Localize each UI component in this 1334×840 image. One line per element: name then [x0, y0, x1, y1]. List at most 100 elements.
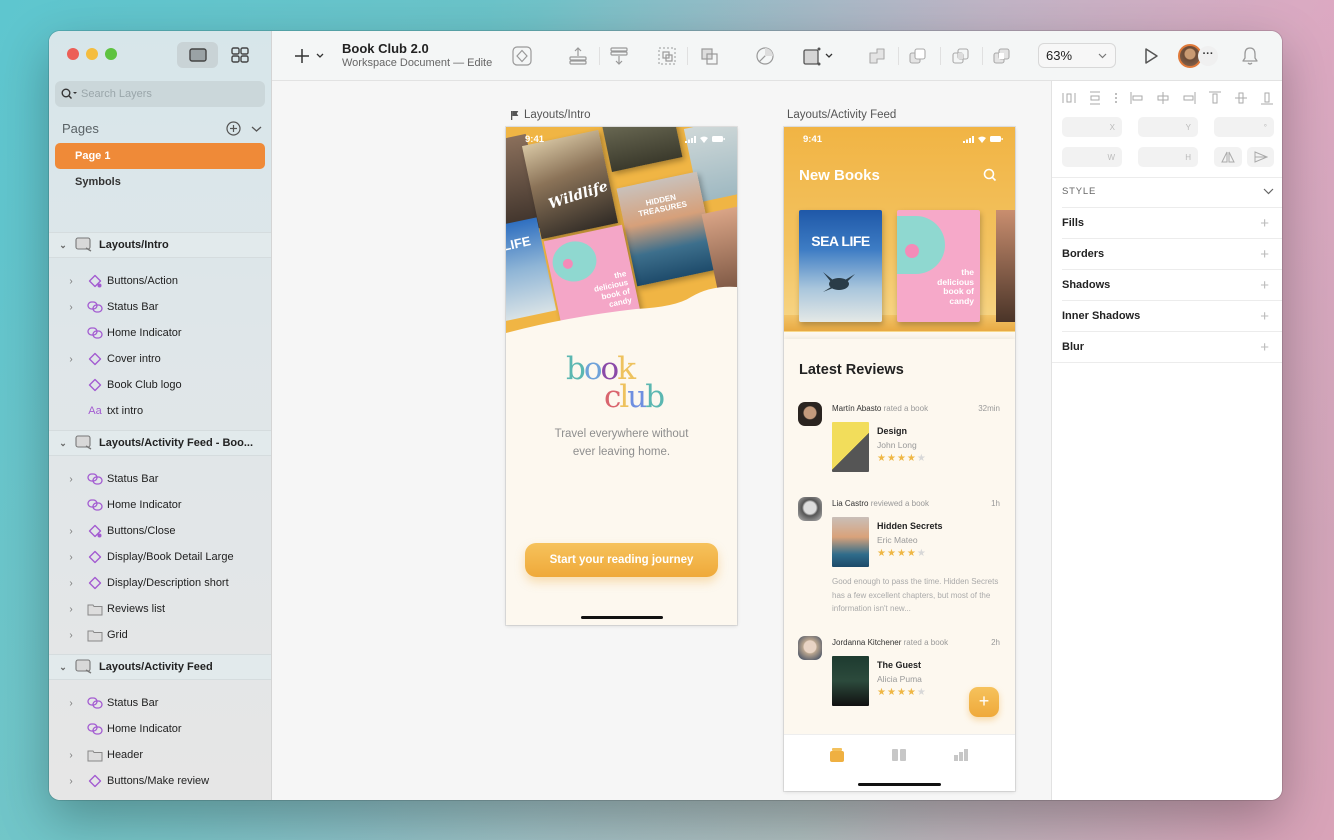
notifications-button[interactable] [1241, 46, 1259, 66]
close-window-button[interactable] [67, 48, 79, 60]
group-button[interactable] [657, 46, 677, 66]
chevron-right-icon[interactable]: › [59, 750, 83, 761]
layer-item[interactable]: › Status Bar [49, 466, 271, 492]
align-bottom-icon[interactable] [1260, 91, 1274, 105]
more-align-icon[interactable] [1114, 91, 1118, 105]
add-icon[interactable]: + [1260, 339, 1269, 356]
y-field[interactable]: Y [1138, 117, 1198, 137]
layer-item[interactable]: Aa txt intro [49, 398, 271, 424]
align-left-icon[interactable] [1130, 91, 1144, 105]
style-row-fills[interactable]: Fills + [1062, 207, 1282, 238]
add-page-icon[interactable] [226, 121, 241, 136]
book-cover-thumb[interactable] [832, 422, 869, 472]
layer-item[interactable]: › Cover intro [49, 346, 271, 372]
layer-item[interactable]: › Grid [49, 622, 271, 648]
book-candy[interactable]: the delicious book of candy [897, 210, 980, 322]
chevron-right-icon[interactable]: › [59, 552, 83, 563]
layer-item[interactable]: Home Indicator [49, 492, 271, 518]
chevron-right-icon[interactable]: › [59, 630, 83, 641]
forward-button[interactable] [568, 46, 588, 66]
layer-item[interactable]: › Buttons/Action [49, 268, 271, 294]
layer-item[interactable]: › Reviews list [49, 596, 271, 622]
book-title[interactable]: Design [877, 426, 907, 436]
book-cover-thumb[interactable] [832, 517, 869, 567]
insert-button[interactable] [294, 46, 326, 66]
style-row-blur[interactable]: Blur + [1062, 331, 1282, 362]
book-title[interactable]: The Guest [877, 660, 921, 670]
chevron-right-icon[interactable]: › [59, 604, 83, 615]
mask-button[interactable] [755, 46, 775, 66]
layer-item[interactable]: Home Indicator [49, 320, 271, 346]
backward-button[interactable] [609, 46, 629, 66]
start-reading-button[interactable]: Start your reading journey [525, 543, 718, 577]
add-icon[interactable]: + [1260, 246, 1269, 263]
preview-button[interactable] [1142, 46, 1160, 66]
layer-item[interactable]: › Header [49, 742, 271, 768]
search-icon[interactable] [983, 168, 997, 182]
stats-tab-icon[interactable] [953, 748, 969, 762]
chevron-down-icon[interactable]: ⌄ [51, 662, 75, 673]
resize-button[interactable] [802, 46, 834, 66]
chevron-right-icon[interactable]: › [59, 474, 83, 485]
layer-item[interactable]: › Status Bar [49, 690, 271, 716]
review-item[interactable]: Martín Abasto rated a book 32min Design Joh… [798, 402, 1000, 492]
library-tab-icon[interactable] [891, 748, 907, 762]
artboard-activity-feed[interactable]: 9:41 New Books SEA LIFE the delicious bo… [784, 127, 1015, 791]
add-icon[interactable]: + [1260, 277, 1269, 294]
layer-item[interactable]: › Display/Description short [49, 570, 271, 596]
height-field[interactable]: H [1138, 147, 1198, 167]
flip-horizontal-button[interactable] [1214, 147, 1242, 167]
artboard-label-intro[interactable]: Layouts/Intro [510, 109, 590, 121]
add-icon[interactable]: + [1260, 308, 1269, 325]
collaborators-button[interactable]: ··· [1178, 44, 1220, 68]
artboard-group[interactable]: ⌄ Layouts/Activity Feed [49, 654, 271, 680]
chevron-right-icon[interactable]: › [59, 276, 83, 287]
book-sea-life[interactable]: SEA LIFE [799, 210, 882, 322]
align-top-icon[interactable] [1208, 91, 1222, 105]
reviewer-name[interactable]: Jordanna Kitchener [832, 638, 901, 647]
search-layers-field[interactable]: Search Layers [55, 81, 265, 107]
chevron-right-icon[interactable]: › [59, 526, 83, 537]
add-icon[interactable]: + [1260, 215, 1269, 232]
layer-item[interactable]: › Buttons/Make review [49, 768, 271, 794]
difference-button[interactable] [991, 46, 1011, 66]
reviewer-name[interactable]: Martín Abasto [832, 404, 881, 413]
chevron-down-icon[interactable]: ⌄ [51, 438, 75, 449]
reviewer-avatar[interactable] [798, 402, 822, 426]
chevron-down-icon[interactable]: ⌄ [51, 240, 75, 251]
artboard-group[interactable]: ⌄ Layouts/Intro [49, 232, 271, 258]
book-title[interactable]: Hidden Secrets [877, 521, 943, 531]
minimize-window-button[interactable] [86, 48, 98, 60]
ungroup-button[interactable] [699, 46, 719, 66]
chevron-right-icon[interactable]: › [59, 578, 83, 589]
canvas[interactable]: Layouts/Intro Wildlife HIDDEN TREASURES … [272, 81, 1051, 800]
reviewer-avatar[interactable] [798, 636, 822, 660]
layer-item[interactable]: Home Indicator [49, 716, 271, 742]
style-row-inner-shadows[interactable]: Inner Shadows + [1062, 300, 1282, 331]
align-middle-v-icon[interactable] [1234, 91, 1248, 105]
make-review-button[interactable]: + [969, 687, 999, 717]
page-item-page-1[interactable]: Page 1 [55, 143, 265, 169]
artboard-label-activity[interactable]: Layouts/Activity Feed [787, 109, 896, 121]
intersect-button[interactable] [950, 46, 970, 66]
subtract-button[interactable] [907, 46, 927, 66]
align-center-h-icon[interactable] [1156, 91, 1170, 105]
artboard-group[interactable]: ⌄ Layouts/Activity Feed - Boo... [49, 430, 271, 456]
distribute-horizontal-icon[interactable] [1062, 91, 1076, 105]
width-field[interactable]: W [1062, 147, 1122, 167]
layer-item[interactable]: › Display/Book Detail Large [49, 544, 271, 570]
reviewer-name[interactable]: Lia Castro [832, 499, 868, 508]
review-item[interactable]: Lia Castro reviewed a book 1h Hidden Secre… [798, 497, 1000, 613]
chevron-right-icon[interactable]: › [59, 302, 83, 313]
layer-item[interactable]: Book Club logo [49, 372, 271, 398]
page-item-symbols[interactable]: Symbols [55, 169, 265, 195]
canvas-view-button[interactable] [177, 42, 218, 68]
style-row-borders[interactable]: Borders + [1062, 238, 1282, 269]
artboard-intro[interactable]: Wildlife HIDDEN TREASURES LIFE the delic… [506, 127, 737, 625]
chevron-right-icon[interactable]: › [59, 354, 83, 365]
layer-item[interactable]: › Status Bar [49, 294, 271, 320]
style-row-shadows[interactable]: Shadows + [1062, 269, 1282, 300]
chevron-right-icon[interactable]: › [59, 776, 83, 787]
book-cover-thumb[interactable] [832, 656, 869, 706]
zoom-level-select[interactable]: 63% [1038, 43, 1116, 68]
